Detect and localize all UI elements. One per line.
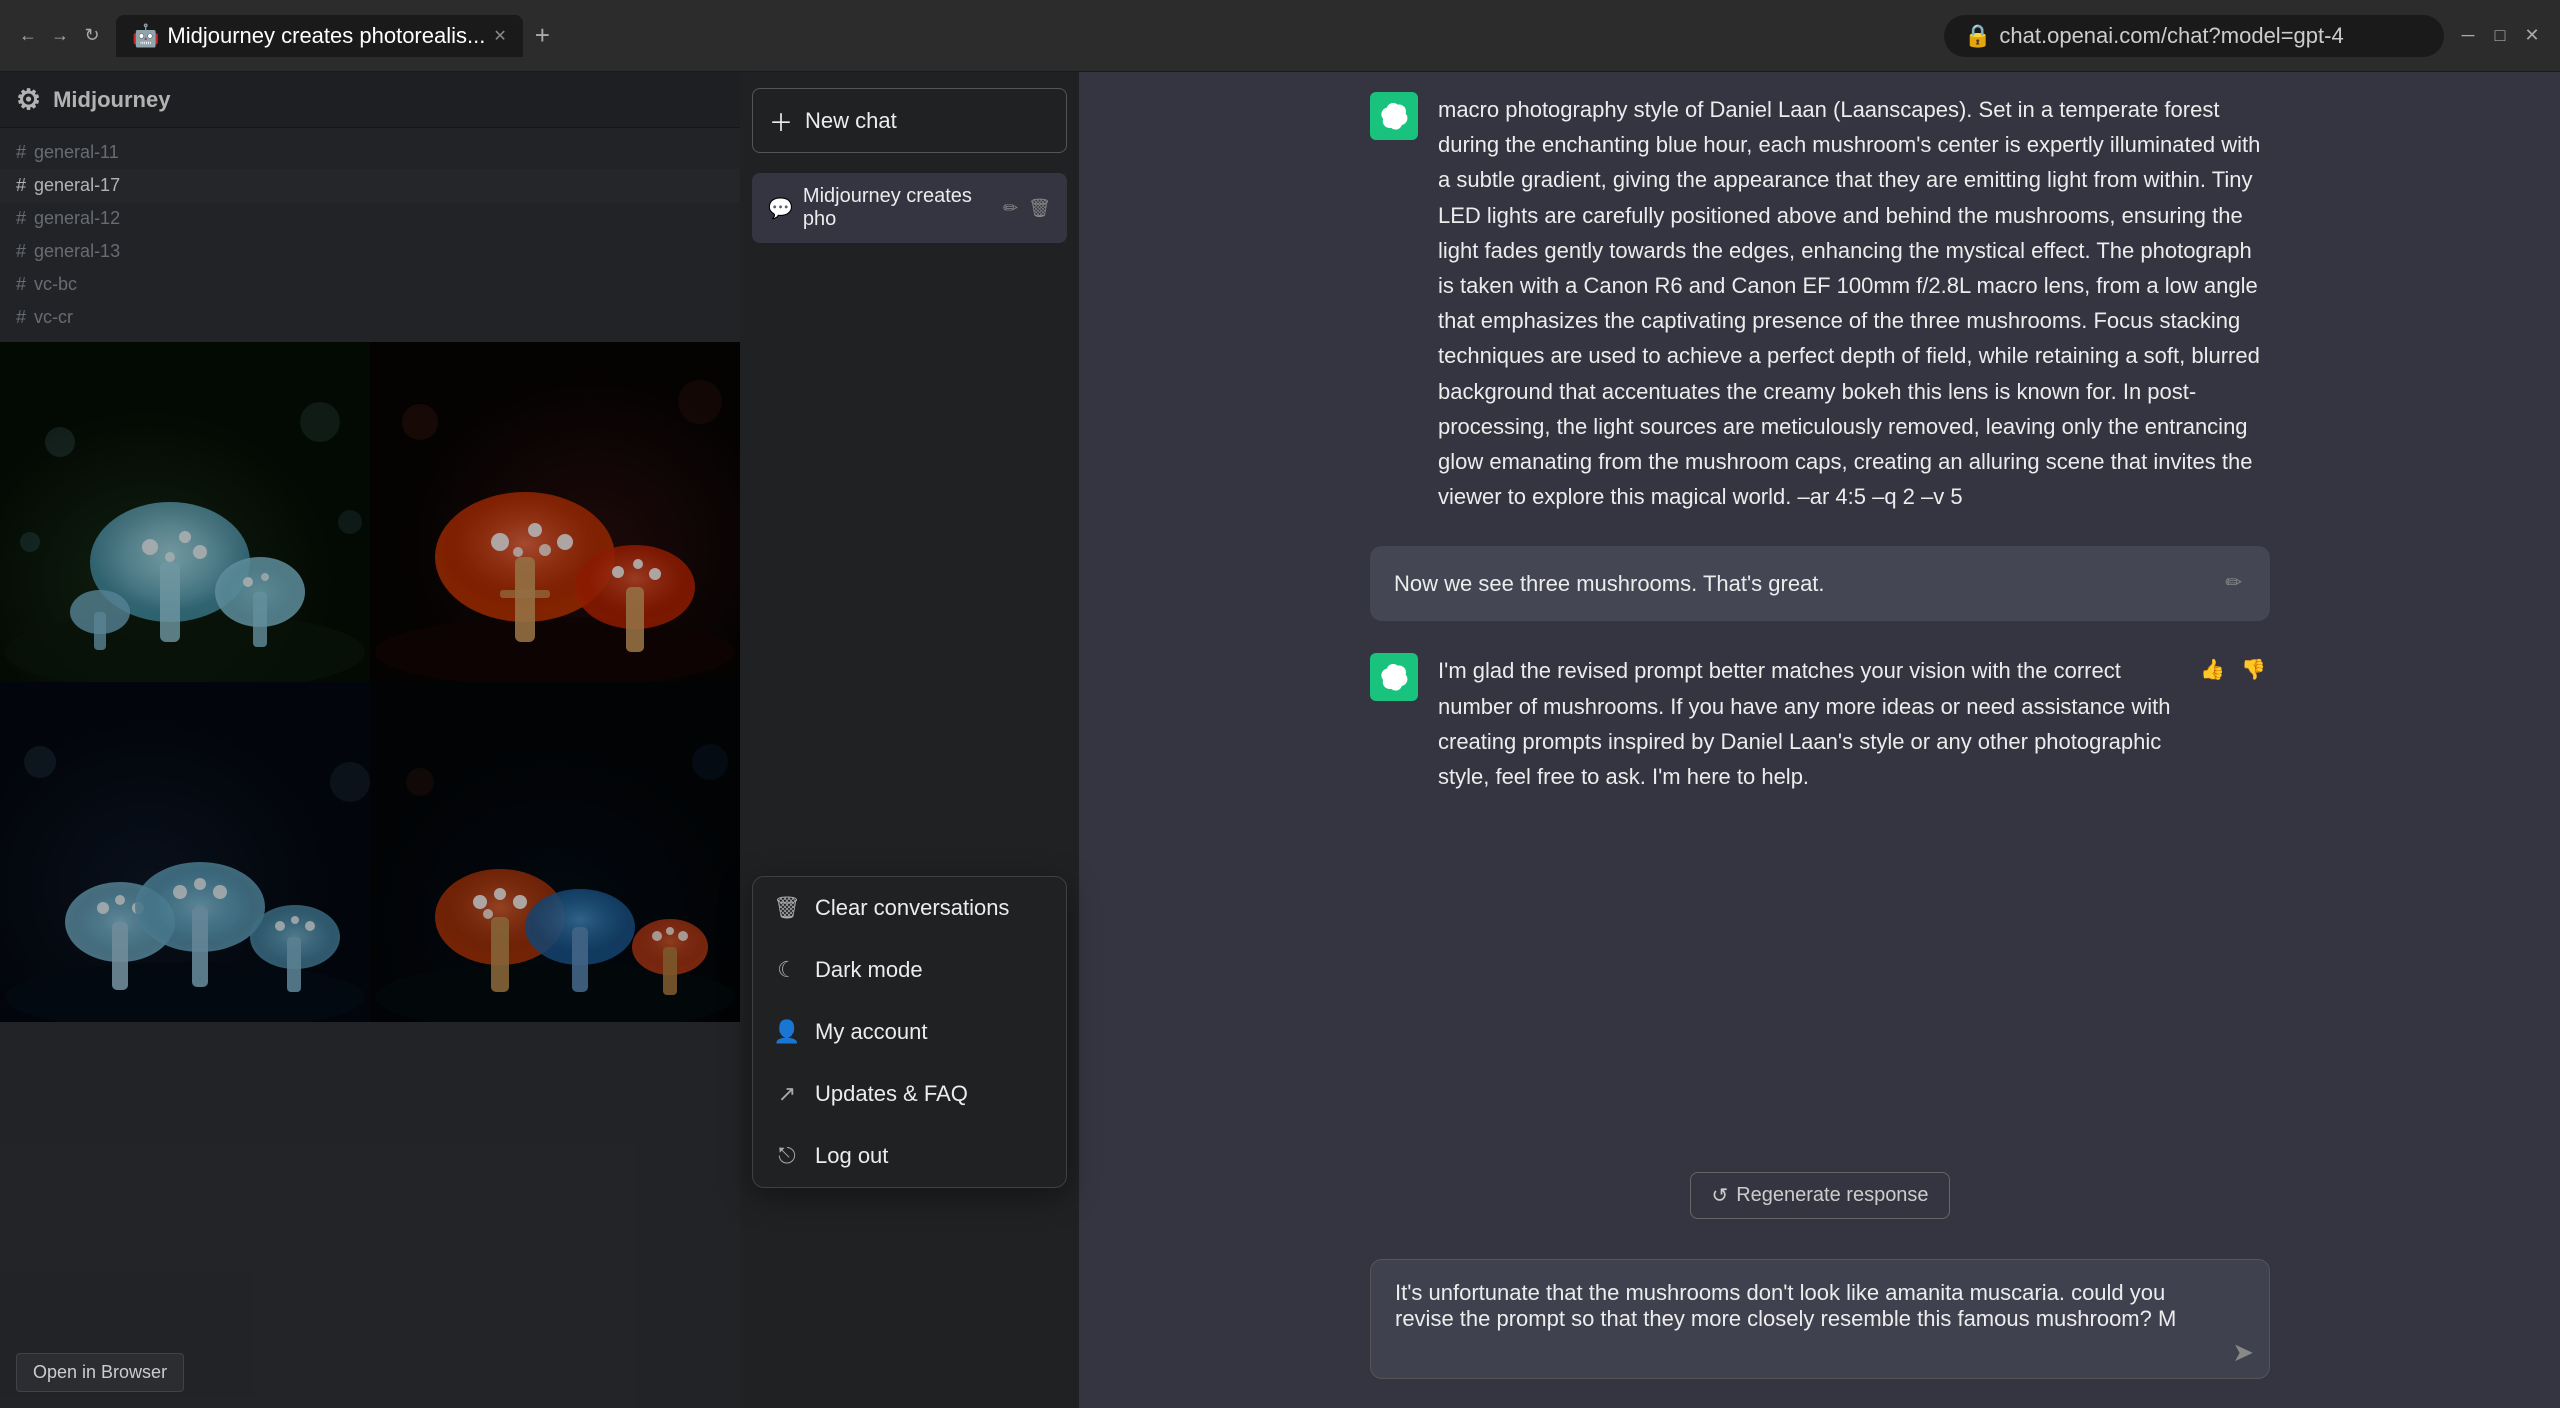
chat-input-container: ➤ [1370, 1259, 2270, 1384]
close-button[interactable]: ✕ [2520, 24, 2544, 48]
message-actions: ✏ [2221, 566, 2246, 599]
active-tab[interactable]: 🤖 Midjourney creates photorealis... ✕ [116, 15, 523, 57]
account-label: My account [815, 1019, 928, 1045]
message-row-user: Now we see three mushrooms. That's great… [1394, 566, 2246, 601]
dropdown-overlay: 🗑 Clear conversations ☾ Dark mode 👤 My a… [740, 72, 1079, 1408]
window-controls: ─ □ ✕ [2456, 24, 2544, 48]
send-button[interactable]: ➤ [2232, 1337, 2254, 1368]
delete-icon[interactable]: 🗑 [1028, 198, 1051, 219]
logout-label: Log out [815, 1143, 888, 1169]
regen-label: Regenerate response [1736, 1184, 1928, 1207]
assistant-avatar [1370, 92, 1418, 140]
tab-close-button[interactable]: ✕ [493, 26, 506, 46]
url-text: chat.openai.com/chat?model=gpt-4 [1999, 23, 2343, 49]
account-icon: 👤 [773, 1019, 801, 1045]
dark-mode-label: Dark mode [815, 957, 923, 983]
conversation-title: Midjourney creates pho [803, 185, 993, 231]
regen-icon: ↺ [1711, 1183, 1728, 1208]
logout-icon: ⎋ [773, 1143, 801, 1169]
message-block-user: Now we see three mushrooms. That's great… [1370, 546, 2270, 621]
updates-label: Updates & FAQ [815, 1081, 968, 1107]
edit-icon[interactable]: ✏ [1003, 198, 1018, 219]
assistant-message-actions: 👍 👎 [2196, 653, 2270, 686]
thumbs-down-button[interactable]: 👎 [2237, 653, 2270, 686]
new-tab-button[interactable]: + [527, 16, 558, 55]
message-row: macro photography style of Daniel Laan (… [1370, 92, 2270, 514]
clear-icon: 🗑 [773, 895, 801, 921]
browser-chrome: ← → ↻ 🤖 Midjourney creates photorealis..… [0, 0, 2560, 72]
edit-message-button[interactable]: ✏ [2221, 566, 2246, 599]
back-button[interactable]: ← [16, 24, 40, 48]
discord-panel: ⚙ Midjourney #general-11 #general-17 #ge… [0, 72, 740, 1408]
chat-input[interactable] [1370, 1259, 2270, 1379]
thumbs-up-button[interactable]: 👍 [2196, 653, 2229, 686]
message-block-assistant-1: macro photography style of Daniel Laan (… [1370, 92, 2270, 514]
forward-button[interactable]: → [48, 24, 72, 48]
tab-bar: 🤖 Midjourney creates photorealis... ✕ + [116, 15, 1932, 57]
dropdown-menu: 🗑 Clear conversations ☾ Dark mode 👤 My a… [752, 876, 1067, 1188]
chat-messages-area: macro photography style of Daniel Laan (… [1080, 72, 2560, 1172]
regenerate-button[interactable]: ↺ Regenerate response [1690, 1172, 1949, 1219]
updates-faq-item[interactable]: ↗ Updates & FAQ [753, 1063, 1066, 1125]
dark-mode-item[interactable]: ☾ Dark mode [753, 939, 1066, 1001]
new-chat-label: New chat [805, 108, 897, 134]
chat-icon: 💬 [768, 196, 793, 221]
chatgpt-sidebar: ＋ New chat 💬 Midjourney creates pho ✏ 🗑 … [740, 72, 1080, 1408]
discord-overlay [0, 72, 740, 1408]
moon-icon: ☾ [773, 957, 801, 983]
address-bar[interactable]: 🔒 chat.openai.com/chat?model=gpt-4 [1944, 15, 2444, 57]
clear-conversations-item[interactable]: 🗑 Clear conversations [753, 877, 1066, 939]
message-row-assistant-2: I'm glad the revised prompt better match… [1370, 653, 2270, 794]
sidebar-top: ＋ New chat [740, 72, 1079, 169]
message-content-2: I'm glad the revised prompt better match… [1438, 653, 2176, 794]
minimize-button[interactable]: ─ [2456, 24, 2480, 48]
logout-item[interactable]: ⎋ Log out [753, 1125, 1066, 1187]
main-layout: ⚙ Midjourney #general-11 #general-17 #ge… [0, 72, 2560, 1408]
message-content-1: macro photography style of Daniel Laan (… [1438, 92, 2270, 514]
user-message-content: Now we see three mushrooms. That's great… [1394, 566, 2201, 601]
tab-favicon: 🤖 [132, 23, 159, 49]
message-block-assistant-2: I'm glad the revised prompt better match… [1370, 653, 2270, 794]
external-link-icon: ↗ [773, 1081, 801, 1107]
chatgpt-main: macro photography style of Daniel Laan (… [1080, 72, 2560, 1408]
new-chat-button[interactable]: ＋ New chat [752, 88, 1067, 153]
new-chat-icon: ＋ [769, 103, 793, 138]
open-in-browser-button[interactable]: Open in Browser [16, 1353, 184, 1392]
conversation-item[interactable]: 💬 Midjourney creates pho ✏ 🗑 [752, 173, 1067, 243]
clear-label: Clear conversations [815, 895, 1009, 921]
reload-button[interactable]: ↻ [80, 24, 104, 48]
browser-nav-controls: ← → ↻ [16, 24, 104, 48]
tab-title: Midjourney creates photorealis... [167, 23, 485, 49]
regenerate-container: ↺ Regenerate response [1630, 1172, 2009, 1243]
lock-icon: 🔒 [1964, 23, 1991, 49]
chat-input-area: ➤ [1080, 1243, 2560, 1408]
maximize-button[interactable]: □ [2488, 24, 2512, 48]
my-account-item[interactable]: 👤 My account [753, 1001, 1066, 1063]
assistant-avatar-2 [1370, 653, 1418, 701]
